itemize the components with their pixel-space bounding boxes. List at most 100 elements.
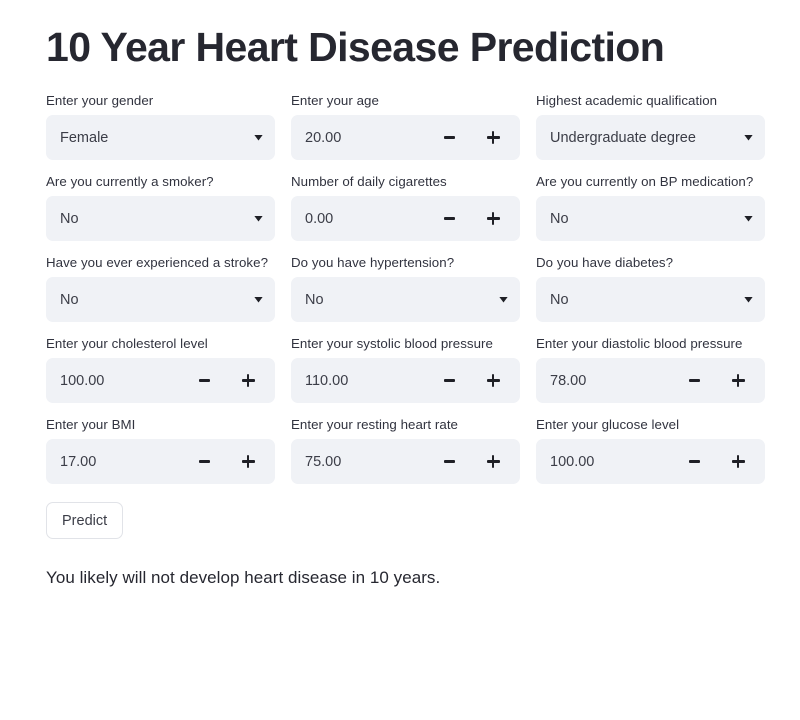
- minus-icon: [199, 379, 210, 382]
- prediction-form: Enter your gender Female Enter your age 20.…: [46, 92, 766, 484]
- number-value-heart-rate[interactable]: 75.00: [305, 454, 436, 470]
- select-stroke[interactable]: No: [46, 277, 275, 322]
- minus-icon: [444, 460, 455, 463]
- form-field-smoker: Are you currently a smoker? No: [46, 173, 275, 241]
- number-input-cholesterol[interactable]: 100.00: [46, 358, 275, 403]
- number-value-cigarettes-per-day[interactable]: 0.00: [305, 211, 436, 227]
- decrement-cigarettes-per-day[interactable]: [436, 204, 462, 234]
- label-age: Enter your age: [291, 92, 520, 109]
- form-field-education: Highest academic qualificationUndergradu…: [536, 92, 765, 160]
- form-field-glucose: Enter your glucose level 100.00: [536, 416, 765, 484]
- plus-icon: [732, 374, 745, 387]
- select-value-gender: Female: [60, 130, 246, 146]
- chevron-down-icon[interactable]: [254, 135, 263, 141]
- select-hypertension[interactable]: No: [291, 277, 520, 322]
- chevron-down-icon[interactable]: [254, 297, 263, 303]
- number-value-age[interactable]: 20.00: [305, 130, 436, 146]
- form-field-diastolic-bp: Enter your diastolic blood pressure 78.00: [536, 335, 765, 403]
- form-row: Have you ever experienced a stroke?NoDo …: [46, 254, 766, 322]
- form-field-cigarettes-per-day: Number of daily cigarettes 0.00: [291, 173, 520, 241]
- label-cholesterol: Enter your cholesterol level: [46, 335, 275, 352]
- minus-icon: [689, 460, 700, 463]
- label-diastolic-bp: Enter your diastolic blood pressure: [536, 335, 765, 352]
- number-value-cholesterol[interactable]: 100.00: [60, 373, 191, 389]
- increment-glucose[interactable]: [725, 447, 751, 477]
- minus-icon: [444, 217, 455, 220]
- form-row: Are you currently a smoker? No Number of d…: [46, 173, 766, 241]
- label-gender: Enter your gender: [46, 92, 275, 109]
- label-diabetes: Do you have diabetes?: [536, 254, 765, 271]
- select-gender[interactable]: Female: [46, 115, 275, 160]
- increment-cholesterol[interactable]: [235, 366, 261, 396]
- label-glucose: Enter your glucose level: [536, 416, 765, 433]
- form-field-cholesterol: Enter your cholesterol level 100.00: [46, 335, 275, 403]
- number-input-bmi[interactable]: 17.00: [46, 439, 275, 484]
- label-smoker: Are you currently a smoker?: [46, 173, 275, 190]
- form-field-hypertension: Do you have hypertension? No: [291, 254, 520, 322]
- heart-disease-prediction-app: 10 Year Heart Disease Prediction Enter y…: [0, 0, 800, 720]
- chevron-down-icon[interactable]: [254, 216, 263, 222]
- plus-icon: [487, 212, 500, 225]
- plus-icon: [242, 455, 255, 468]
- number-input-age[interactable]: 20.00: [291, 115, 520, 160]
- label-stroke: Have you ever experienced a stroke?: [46, 254, 275, 271]
- label-heart-rate: Enter your resting heart rate: [291, 416, 520, 433]
- number-input-cigarettes-per-day[interactable]: 0.00: [291, 196, 520, 241]
- select-value-education: Undergraduate degree: [550, 130, 736, 146]
- number-input-heart-rate[interactable]: 75.00: [291, 439, 520, 484]
- form-row: Enter your BMI17.00Enter your resting he…: [46, 416, 766, 484]
- increment-age[interactable]: [480, 123, 506, 153]
- plus-icon: [487, 374, 500, 387]
- form-field-heart-rate: Enter your resting heart rate 75.00: [291, 416, 520, 484]
- decrement-age[interactable]: [436, 123, 462, 153]
- plus-icon: [487, 455, 500, 468]
- chevron-down-icon[interactable]: [744, 216, 753, 222]
- decrement-glucose[interactable]: [681, 447, 707, 477]
- plus-icon: [732, 455, 745, 468]
- label-hypertension: Do you have hypertension?: [291, 254, 520, 271]
- minus-icon: [444, 379, 455, 382]
- form-row: Enter your cholesterol level100.00Enter …: [46, 335, 766, 403]
- form-actions: Predict: [46, 502, 766, 539]
- decrement-heart-rate[interactable]: [436, 447, 462, 477]
- number-value-bmi[interactable]: 17.00: [60, 454, 191, 470]
- number-input-glucose[interactable]: 100.00: [536, 439, 765, 484]
- increment-systolic-bp[interactable]: [480, 366, 506, 396]
- chevron-down-icon[interactable]: [744, 297, 753, 303]
- number-input-diastolic-bp[interactable]: 78.00: [536, 358, 765, 403]
- page-title: 10 Year Heart Disease Prediction: [46, 0, 766, 76]
- number-value-diastolic-bp[interactable]: 78.00: [550, 373, 681, 389]
- form-row: Enter your gender Female Enter your age 20.…: [46, 92, 766, 160]
- form-field-age: Enter your age 20.00: [291, 92, 520, 160]
- decrement-diastolic-bp[interactable]: [681, 366, 707, 396]
- select-smoker[interactable]: No: [46, 196, 275, 241]
- number-value-glucose[interactable]: 100.00: [550, 454, 681, 470]
- label-cigarettes-per-day: Number of daily cigarettes: [291, 173, 520, 190]
- number-value-systolic-bp[interactable]: 110.00: [305, 373, 436, 389]
- number-input-systolic-bp[interactable]: 110.00: [291, 358, 520, 403]
- chevron-down-icon[interactable]: [744, 135, 753, 141]
- form-field-stroke: Have you ever experienced a stroke? No: [46, 254, 275, 322]
- plus-icon: [487, 131, 500, 144]
- form-field-diabetes: Do you have diabetes? No: [536, 254, 765, 322]
- minus-icon: [444, 136, 455, 139]
- increment-heart-rate[interactable]: [480, 447, 506, 477]
- decrement-systolic-bp[interactable]: [436, 366, 462, 396]
- predict-button[interactable]: Predict: [46, 502, 123, 539]
- label-systolic-bp: Enter your systolic blood pressure: [291, 335, 520, 352]
- increment-bmi[interactable]: [235, 447, 261, 477]
- select-education[interactable]: Undergraduate degree: [536, 115, 765, 160]
- decrement-cholesterol[interactable]: [191, 366, 217, 396]
- label-bp-medication: Are you currently on BP medication?: [536, 173, 765, 190]
- increment-diastolic-bp[interactable]: [725, 366, 751, 396]
- select-bp-medication[interactable]: No: [536, 196, 765, 241]
- increment-cigarettes-per-day[interactable]: [480, 204, 506, 234]
- minus-icon: [689, 379, 700, 382]
- chevron-down-icon[interactable]: [499, 297, 508, 303]
- select-value-smoker: No: [60, 211, 246, 227]
- select-value-bp-medication: No: [550, 211, 736, 227]
- decrement-bmi[interactable]: [191, 447, 217, 477]
- form-field-bmi: Enter your BMI17.00: [46, 416, 275, 484]
- form-field-bp-medication: Are you currently on BP medication? No: [536, 173, 765, 241]
- select-diabetes[interactable]: No: [536, 277, 765, 322]
